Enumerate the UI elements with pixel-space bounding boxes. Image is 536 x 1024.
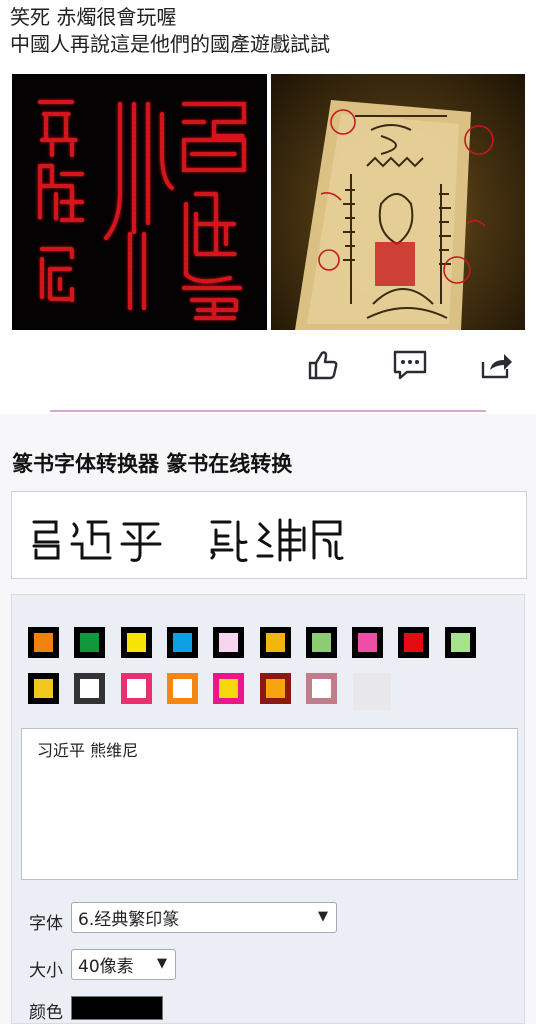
color-swatch[interactable] xyxy=(166,673,198,704)
post-line-2: 中國人再說這是他們的國產遊戲試試 xyxy=(10,32,330,56)
text-input-area[interactable]: 习近平 熊维尼 xyxy=(21,728,518,880)
like-button[interactable] xyxy=(303,345,343,385)
color-swatch[interactable] xyxy=(74,627,106,658)
talisman-paper-with-red-seal xyxy=(295,100,494,330)
color-swatch[interactable] xyxy=(120,673,152,704)
color-swatch[interactable] xyxy=(352,627,384,658)
post-text: 笑死 赤燭很會玩喔 中國人再說這是他們的國產遊戲試試 xyxy=(10,4,530,58)
font-select-value: 6.经典繁印篆 xyxy=(78,910,180,930)
share-button[interactable] xyxy=(476,345,516,385)
font-select[interactable]: 6.经典繁印篆 ▼ xyxy=(71,902,337,933)
color-swatch[interactable] xyxy=(213,673,245,704)
color-swatch[interactable] xyxy=(259,673,291,704)
page-title: 篆书字体转换器 篆书在线转换 xyxy=(12,452,293,476)
color-picker[interactable] xyxy=(71,996,163,1020)
swatch-placeholder xyxy=(353,673,391,710)
seal-image[interactable] xyxy=(12,74,267,330)
color-swatch[interactable] xyxy=(305,673,337,704)
talisman-image[interactable] xyxy=(271,74,525,330)
color-swatch[interactable] xyxy=(120,627,152,658)
color-swatch[interactable] xyxy=(444,627,476,658)
color-swatch[interactable] xyxy=(166,627,198,658)
color-swatch[interactable] xyxy=(259,627,291,658)
color-swatch[interactable] xyxy=(28,627,59,658)
size-select[interactable]: 40像素 ▼ xyxy=(71,949,176,980)
font-label: 字体 xyxy=(29,914,63,934)
red-neon-seal-glyphs xyxy=(38,100,246,320)
comment-icon xyxy=(393,350,427,380)
size-label: 大小 xyxy=(29,961,63,981)
color-label: 颜色 xyxy=(29,1003,63,1023)
share-icon xyxy=(481,354,512,379)
dropdown-arrow-icon: ▼ xyxy=(157,956,167,971)
dropdown-arrow-icon: ▼ xyxy=(318,909,328,924)
post-actions xyxy=(0,345,536,389)
comment-button[interactable] xyxy=(390,345,430,385)
seal-script-glyphs xyxy=(32,518,344,562)
color-swatch[interactable] xyxy=(398,627,430,658)
size-select-value: 40像素 xyxy=(78,957,134,977)
color-swatch[interactable] xyxy=(28,673,59,704)
thumbs-up-icon xyxy=(308,351,338,380)
color-swatch[interactable] xyxy=(305,627,337,658)
color-swatch[interactable] xyxy=(213,627,245,658)
post-line-1: 笑死 赤燭很會玩喔 xyxy=(10,5,177,29)
text-input-value: 习近平 熊维尼 xyxy=(37,741,139,760)
seal-script-preview xyxy=(11,491,527,579)
color-swatch[interactable] xyxy=(74,673,106,704)
section-divider xyxy=(50,410,486,412)
